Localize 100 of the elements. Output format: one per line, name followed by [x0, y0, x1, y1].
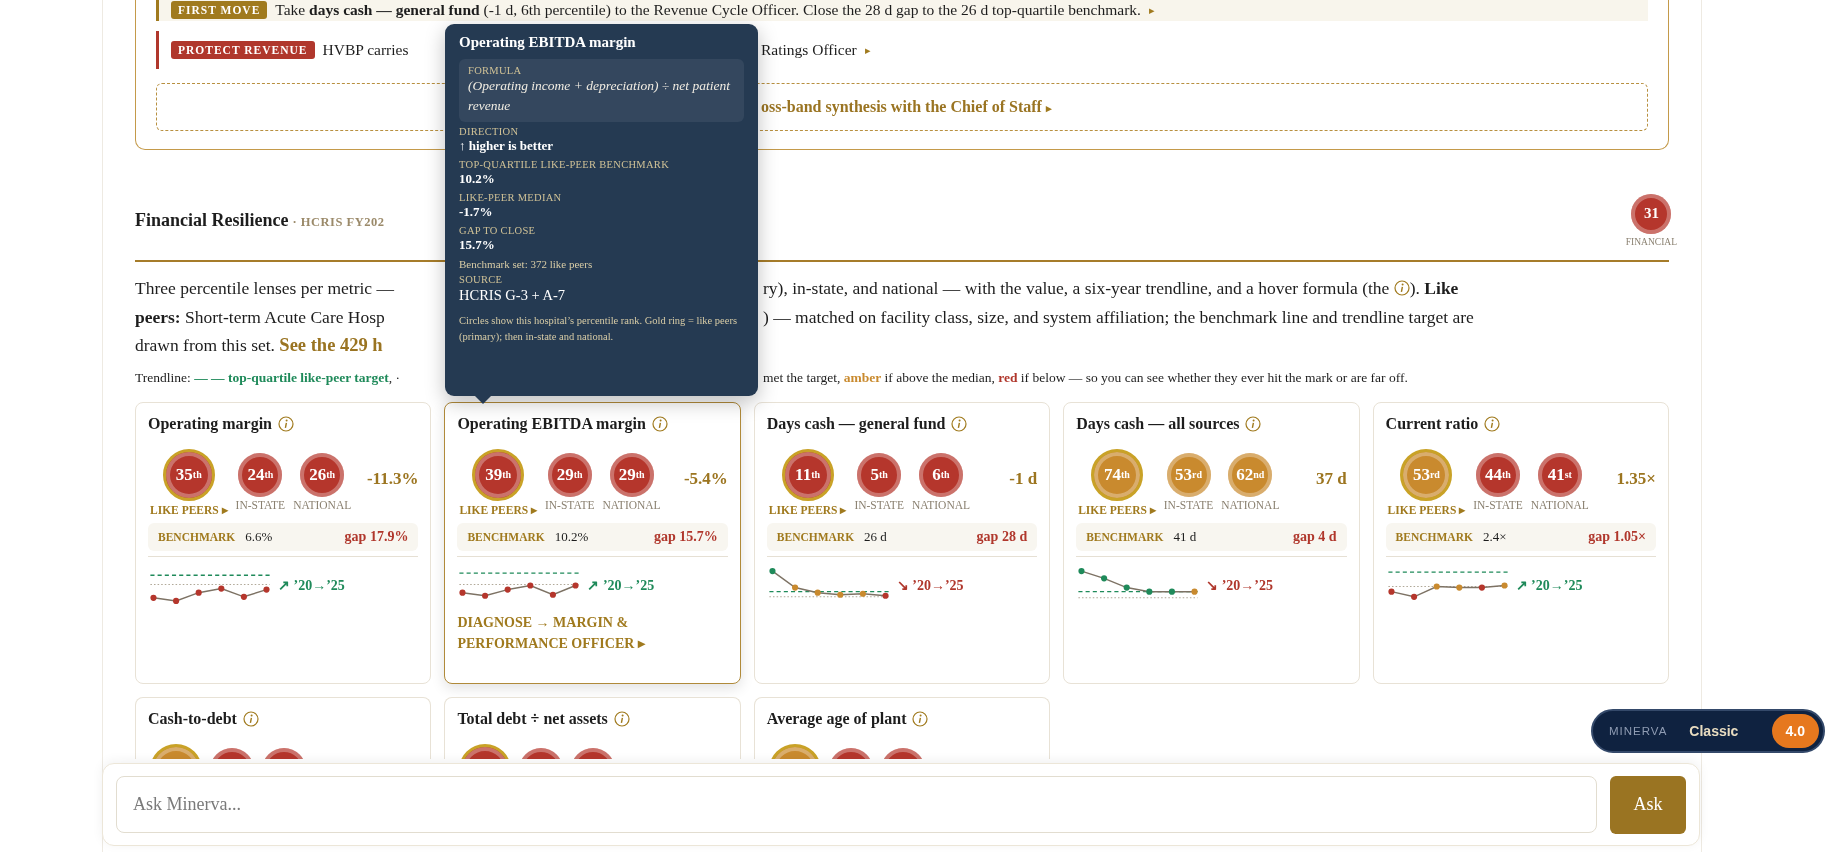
benchmark-value: 10.2%: [554, 528, 589, 545]
info-icon[interactable]: [951, 415, 968, 432]
arrow-glyph: ▸: [1148, 3, 1155, 17]
lens-label: NATIONAL: [1221, 498, 1280, 511]
field-value: -1.7%: [459, 203, 494, 221]
ask-input[interactable]: Ask Minerva...: [116, 776, 1597, 833]
version-badge: 4.0: [1771, 714, 1819, 748]
lens-label: NATIONAL: [1530, 498, 1589, 511]
lens-label[interactable]: LIKE PEERS ▸: [1387, 502, 1466, 517]
info-icon[interactable]: [1245, 415, 1262, 432]
paragraph-text: met the target,: [763, 369, 842, 385]
lens-label: IN-STATE: [235, 498, 286, 511]
benchmark-label: BENCHMARK: [467, 530, 545, 543]
paragraph-text: , ·: [388, 369, 401, 385]
lens-label: NATIONAL: [911, 498, 971, 511]
field-label: LIKE-PEER MEDIAN: [459, 192, 563, 203]
trend-label: ↗ ’20→’25: [587, 576, 655, 594]
benchmark-value: 6.6%: [245, 528, 273, 545]
recommendation-text: Take days cash — general fund (-1 d, 6th percentile) to the Revenue Cycle Officer. Close the 28 d gap to the 26 d top-quartile benchmark.: [275, 1, 1141, 19]
metric-value: 37 d: [1315, 468, 1347, 489]
info-icon[interactable]: [1393, 280, 1410, 296]
info-icon[interactable]: [278, 415, 294, 432]
brand-label: MINERVA: [1609, 725, 1668, 737]
diagnose-link[interactable]: DIAGNOSE → MARGIN & PERFORMANCE OFFICER ▸: [457, 611, 728, 654]
benchmark-value: 41 d: [1173, 528, 1197, 545]
benchmark-value: 2.4×: [1482, 528, 1507, 545]
tooltip-title: Operating EBITDA margin: [459, 34, 637, 51]
field-value: HCRIS G-3 + A-7: [459, 286, 567, 305]
link[interactable]: See the 429 h: [279, 335, 383, 356]
score-label: FINANCIAL: [1625, 236, 1677, 247]
benchmark-label: BENCHMARK: [1395, 530, 1473, 543]
card-title: Operating EBITDA margin: [457, 414, 646, 433]
benchmark-value: 26 d: [864, 528, 887, 545]
legend-key: — — top-quartile like-peer target: [194, 369, 389, 385]
paragraph-text: drawn from this set.: [135, 335, 276, 356]
ask-button[interactable]: Ask: [1610, 775, 1686, 834]
gap-value: gap 15.7%: [654, 528, 718, 545]
arrow-glyph: ▸: [864, 43, 871, 57]
trend-label: ↘ ’20→’25: [896, 576, 964, 594]
card-title: Cash-to-debt: [148, 709, 237, 728]
metric-card[interactable]: Total debt ÷ net assets: [444, 696, 741, 759]
legend-key: red: [998, 369, 1018, 385]
paragraph-text: peers: Short-term Acute Care Hosp: [135, 306, 385, 327]
paragraph-text: ) — matched on facility class, size, and system affiliation; the benchmark line and trendline target are: [763, 306, 1474, 327]
metric-value: -5.4%: [683, 468, 728, 489]
lens-label: NATIONAL: [602, 498, 661, 511]
info-icon[interactable]: [651, 415, 668, 432]
lens-label: NATIONAL: [293, 498, 352, 511]
field-value: ↑ higher is better: [459, 137, 554, 155]
lens-label: IN-STATE: [544, 498, 595, 511]
mode-switcher[interactable]: MINERVA Classic 4.0: [1591, 709, 1825, 753]
trend-label: ↗ ’20→’25: [1515, 576, 1583, 594]
metric-card[interactable]: Cash-to-debt: [135, 696, 432, 759]
info-icon[interactable]: [613, 710, 630, 727]
field-value: 10.2%: [459, 170, 496, 188]
field-label: TOP-QUARTILE LIKE-PEER BENCHMARK: [459, 159, 671, 170]
metric-card[interactable]: Average age of plant: [753, 696, 1051, 759]
benchmark-label: BENCHMARK: [158, 530, 236, 543]
tag: FIRST MOVE: [171, 1, 268, 19]
paragraph-text: if above the median,: [883, 369, 996, 385]
field-label: SOURCE: [459, 274, 504, 285]
footnote-text: Circles show this hospital’s percentile rank. Gold ring = like peers (primary); then in-state and national.: [459, 314, 738, 344]
card-title: Days cash — all sources: [1076, 414, 1240, 433]
field-value: 15.7%: [459, 236, 496, 254]
card-title: Operating margin: [148, 414, 272, 433]
mode-label: Classic: [1689, 723, 1739, 739]
trend-label: ↘ ’20→’25: [1206, 576, 1273, 594]
paragraph-text: ry), in-state, and national — with the value, a six-year trendline, and a hover formula (the: [763, 278, 1391, 298]
recommendation-text: Ratings Officer: [761, 41, 857, 59]
info-icon[interactable]: [912, 710, 929, 727]
metric-value: -1 d: [1009, 468, 1038, 489]
recommendation-row[interactable]: FIRST MOVE Take days cash — general fund (-1 d, 6th percentile) to the Revenue Cycle Officer. Close the 28 d gap to the 26 d top-quartile benchmark. ▸: [156, 0, 1648, 21]
lens-label: IN-STATE: [1163, 498, 1214, 511]
paragraph-text: Three percentile lenses per metric —: [135, 278, 394, 298]
lens-label: IN-STATE: [854, 498, 904, 511]
paragraph-text: if below — so you can see whether they ever hit the mark or are far off.: [1019, 369, 1408, 385]
lens-label[interactable]: LIKE PEERS ▸: [1078, 502, 1156, 517]
lens-label[interactable]: LIKE PEERS ▸: [150, 502, 228, 517]
paragraph-text: ). Like: [1409, 278, 1459, 298]
card-title: Average age of plant: [766, 709, 907, 728]
card-title: Total debt ÷ net assets: [457, 709, 608, 728]
lens-label[interactable]: LIKE PEERS ▸: [459, 502, 537, 517]
score-badge: 31: [1631, 193, 1672, 234]
tag: PROTECT REVENUE: [171, 41, 315, 59]
benchmark-label: BENCHMARK: [776, 530, 855, 543]
lens-label: IN-STATE: [1473, 498, 1523, 511]
metric-value: -11.3%: [366, 468, 419, 489]
card-title: Days cash — general fund: [766, 414, 946, 433]
gap-value: gap 4 d: [1293, 528, 1337, 545]
metric-value: 1.35×: [1616, 468, 1656, 489]
field-label: GAP TO CLOSE: [459, 225, 537, 236]
source-label: · HCRIS FY202: [292, 214, 385, 229]
gap-value: gap 28 d: [976, 528, 1028, 545]
gap-value: gap 1.05×: [1588, 528, 1646, 545]
benchmark-label: BENCHMARK: [1086, 530, 1164, 543]
gap-value: gap 17.9%: [344, 528, 409, 545]
info-icon[interactable]: [242, 710, 259, 727]
note-text: Benchmark set: 372 like peers: [459, 258, 594, 270]
info-icon[interactable]: [1484, 415, 1501, 432]
lens-label[interactable]: LIKE PEERS ▸: [768, 502, 847, 517]
